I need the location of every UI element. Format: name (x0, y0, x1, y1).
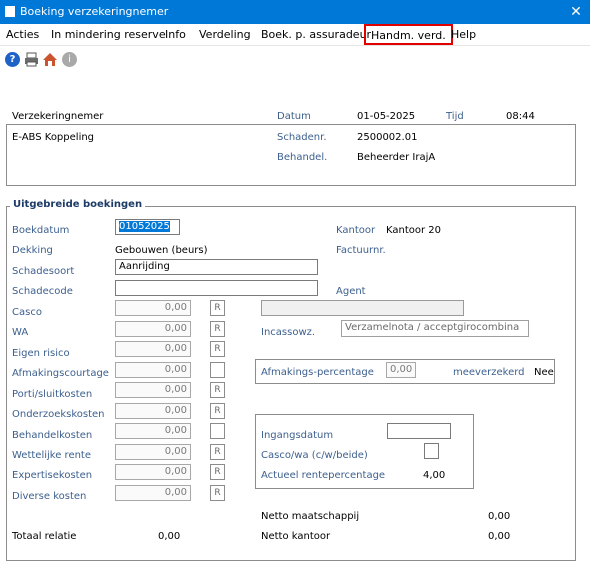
amount-input-eigen-risico[interactable]: 0,00 (115, 341, 191, 357)
netto-kantoor-value: 0,00 (488, 531, 511, 542)
amount-label-porti: Porti/sluitkosten (12, 389, 93, 400)
menu-boek-p-assuradeur[interactable]: Boek. p. assuradeur (261, 28, 371, 41)
amount-label-diverse-kosten: Diverse kosten (12, 491, 87, 502)
amount-flag-wa[interactable]: R (210, 321, 225, 337)
afmakings-label: Afmakings-percentage (261, 367, 374, 378)
printer-icon[interactable] (24, 52, 39, 67)
amount-flag-casco[interactable]: R (210, 300, 225, 316)
ingangsdatum-input[interactable] (387, 423, 451, 439)
info-icon[interactable]: i (62, 52, 77, 67)
dekking-label: Dekking (12, 245, 53, 256)
tijd-label: Tijd (446, 111, 464, 122)
cascowa-input[interactable] (424, 443, 439, 459)
menu-bar: Acties In mindering reserve Info Verdeli… (0, 24, 590, 46)
title-bar: Boeking verzekeringnemer ✕ (0, 0, 590, 24)
incassowz-select[interactable]: Verzamelnota / acceptgirocombina (341, 320, 529, 337)
amount-input-wa[interactable]: 0,00 (115, 321, 191, 337)
verzekeringnemer-label: Verzekeringnemer (12, 111, 104, 122)
agent-label: Agent (336, 286, 366, 297)
meeverzekerd-label: meeverzekerd (453, 367, 525, 378)
amount-input-expertisekosten[interactable]: 0,00 (115, 464, 191, 480)
toolbar: ? i (0, 47, 590, 71)
amount-input-onderzoekskosten[interactable]: 0,00 (115, 403, 191, 419)
meeverzekerd-value: Nee (534, 367, 554, 378)
amount-label-eigen-risico: Eigen risico (12, 348, 70, 359)
behandel-value: Beheerder IrajA (357, 152, 436, 163)
menu-verdeling[interactable]: Verdeling (199, 28, 251, 41)
schadesoort-input[interactable]: Aanrijding (115, 259, 318, 275)
menu-help[interactable]: Help (451, 28, 476, 41)
amount-flag-porti[interactable]: R (210, 382, 225, 398)
boekdatum-label: Boekdatum (12, 225, 70, 236)
datum-value: 01-05-2025 (357, 111, 416, 122)
amount-label-wa: WA (12, 327, 29, 338)
amount-label-casco: Casco (12, 307, 42, 318)
schadenr-label: Schadenr. (277, 132, 327, 143)
amount-label-expertisekosten: Expertisekosten (12, 470, 93, 481)
totaal-relatie-label: Totaal relatie (12, 531, 77, 542)
menu-in-mindering-reserve[interactable]: In mindering reserve (51, 28, 166, 41)
amount-flag-expertisekosten[interactable]: R (210, 464, 225, 480)
amount-input-afmakingscourtage[interactable]: 0,00 (115, 362, 191, 378)
datum-label: Datum (277, 111, 311, 122)
schadenr-value: 2500002.01 (357, 132, 418, 143)
menu-info[interactable]: Info (165, 28, 186, 41)
amount-flag-afmakingscourtage[interactable] (210, 362, 225, 378)
help-icon[interactable]: ? (5, 52, 20, 67)
menu-acties[interactable]: Acties (6, 28, 39, 41)
schadesoort-label: Schadesoort (12, 266, 75, 277)
amount-input-casco[interactable]: 0,00 (115, 300, 191, 316)
tijd-value: 08:44 (506, 111, 535, 122)
amount-input-porti[interactable]: 0,00 (115, 382, 191, 398)
netto-maatschappij-value: 0,00 (488, 511, 511, 522)
kantoor-value: Kantoor 20 (386, 225, 442, 236)
dekking-value: Gebouwen (beurs) (115, 245, 208, 256)
amount-flag-wettelijke-rente[interactable]: R (210, 444, 225, 460)
amount-label-onderzoekskosten: Onderzoekskosten (12, 409, 105, 420)
close-icon[interactable]: ✕ (566, 2, 586, 22)
ingangsdatum-label: Ingangsdatum (261, 430, 334, 441)
cascowa-label: Casco/wa (c/w/beide) (261, 450, 368, 461)
factuurnr-label: Factuurnr. (336, 245, 386, 256)
amount-flag-behandelkosten[interactable] (210, 423, 225, 439)
amount-label-wettelijke-rente: Wettelijke rente (12, 450, 92, 461)
boekdatum-input[interactable]: 01052025 (115, 219, 180, 235)
home-icon[interactable] (42, 52, 57, 67)
amount-label-afmakingscourtage: Afmakingscourtage (12, 368, 109, 379)
amount-input-wettelijke-rente[interactable]: 0,00 (115, 444, 191, 460)
netto-maatschappij-label: Netto maatschappij (261, 511, 360, 522)
rente-value: 4,00 (423, 470, 446, 481)
amount-input-diverse-kosten[interactable]: 0,00 (115, 485, 191, 501)
boekdatum-value: 01052025 (119, 221, 170, 232)
section-title: Uitgebreide boekingen (10, 199, 146, 210)
window-title: Boeking verzekeringnemer (20, 5, 169, 18)
amount-label-behandelkosten: Behandelkosten (12, 430, 93, 441)
app-icon (5, 6, 15, 17)
afmakings-input[interactable]: 0,00 (386, 362, 416, 378)
relation-name: E-ABS Koppeling (12, 132, 95, 143)
amount-flag-onderzoekskosten[interactable]: R (210, 403, 225, 419)
kantoor-label: Kantoor (336, 225, 376, 236)
amount-input-behandelkosten[interactable]: 0,00 (115, 423, 191, 439)
agent-field[interactable] (261, 300, 464, 316)
schadecode-label: Schadecode (12, 286, 73, 297)
netto-kantoor-label: Netto kantoor (261, 531, 331, 542)
amount-flag-eigen-risico[interactable]: R (210, 341, 225, 357)
schadecode-input[interactable] (115, 280, 318, 296)
amount-flag-diverse-kosten[interactable]: R (210, 485, 225, 501)
rente-label: Actueel rentepercentage (261, 470, 386, 481)
totaal-relatie-value: 0,00 (158, 531, 181, 542)
behandel-label: Behandel. (277, 152, 328, 163)
incassowz-label: Incassowz. (261, 327, 316, 338)
menu-handm-verd[interactable]: Handm. verd. (364, 24, 453, 45)
